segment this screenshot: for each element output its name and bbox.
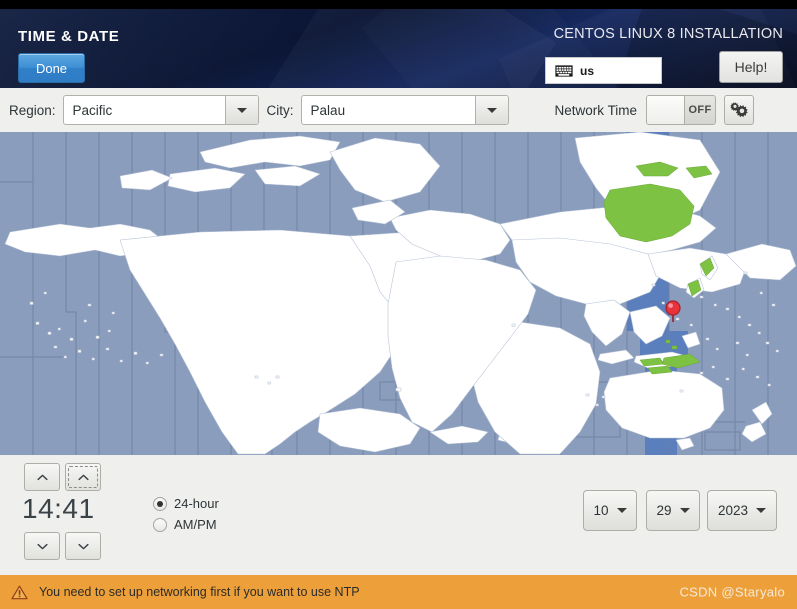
toggle-knob: [647, 96, 686, 124]
city-dropdown[interactable]: Palau: [300, 95, 509, 125]
chevron-up-icon: [36, 474, 48, 480]
region-dropdown[interactable]: Pacific: [62, 95, 259, 125]
month-value: 10: [593, 503, 609, 518]
chevron-down-icon: [224, 96, 258, 124]
hour-increment-button[interactable]: [24, 463, 60, 491]
chevron-up-icon: [77, 474, 89, 480]
radio-24h[interactable]: [153, 496, 167, 511]
clock-display[interactable]: 14:41: [22, 493, 95, 525]
day-dropdown[interactable]: 29: [646, 490, 700, 531]
done-button-label: Done: [35, 60, 68, 76]
page-title: TIME & DATE: [18, 28, 120, 45]
world-map: [0, 132, 797, 455]
product-title: CENTOS LINUX 8 INSTALLATION: [553, 26, 783, 42]
hour-decrement-button[interactable]: [24, 532, 60, 560]
help-button[interactable]: Help!: [719, 51, 783, 83]
year-dropdown[interactable]: 2023: [707, 490, 777, 531]
time-format-24h-option[interactable]: 24-hour: [153, 493, 219, 514]
warning-triangle-icon: [11, 585, 28, 599]
time-format-24h-label: 24-hour: [174, 496, 219, 511]
chevron-down-icon: [77, 543, 89, 549]
year-value: 2023: [717, 503, 749, 518]
network-time-label: Network Time: [554, 102, 638, 118]
month-dropdown[interactable]: 10: [583, 490, 637, 531]
warning-message: You need to set up networking first if y…: [39, 585, 360, 599]
chevron-down-icon: [679, 508, 690, 513]
chevron-down-icon: [756, 508, 767, 513]
time-and-date-screen: TIME & DATE CENTOS LINUX 8 INSTALLATION …: [0, 0, 797, 609]
chevron-down-icon: [474, 96, 508, 124]
time-format-ampm-label: AM/PM: [174, 517, 217, 532]
watermark: CSDN @Staryalo: [679, 584, 785, 600]
time-format-ampm-option[interactable]: AM/PM: [153, 514, 219, 535]
installer-header: TIME & DATE CENTOS LINUX 8 INSTALLATION …: [0, 9, 797, 88]
network-time-toggle[interactable]: OFF: [646, 95, 717, 125]
ntp-settings-button[interactable]: [724, 95, 755, 125]
city-label: City:: [266, 102, 294, 118]
radio-ampm[interactable]: [153, 517, 167, 532]
region-label: Region:: [9, 102, 56, 118]
day-value: 29: [656, 503, 672, 518]
minute-increment-button[interactable]: [65, 463, 101, 491]
timezone-toolbar: Region: Pacific City: Palau Network Time…: [0, 88, 797, 132]
chevron-down-icon: [36, 543, 48, 549]
timezone-map[interactable]: [0, 132, 797, 455]
chevron-down-icon: [616, 508, 627, 513]
region-value: Pacific: [72, 102, 113, 118]
keyboard-layout-indicator[interactable]: us: [545, 57, 662, 84]
done-button[interactable]: Done: [18, 53, 85, 83]
top-black-strip: [0, 0, 797, 9]
keyboard-icon: [555, 64, 573, 77]
time-format-group: 24-hour AM/PM: [153, 493, 219, 535]
minute-decrement-button[interactable]: [65, 532, 101, 560]
network-time-state: OFF: [688, 104, 712, 116]
help-button-label: Help!: [734, 59, 768, 75]
keyboard-layout-label: us: [580, 63, 595, 78]
gear-icon: [730, 102, 748, 117]
time-date-controls: 14:41 24-hour AM/PM 10 / 29 / 2023: [0, 455, 797, 575]
city-value: Palau: [310, 102, 346, 118]
warning-bar: You need to set up networking first if y…: [0, 575, 797, 609]
